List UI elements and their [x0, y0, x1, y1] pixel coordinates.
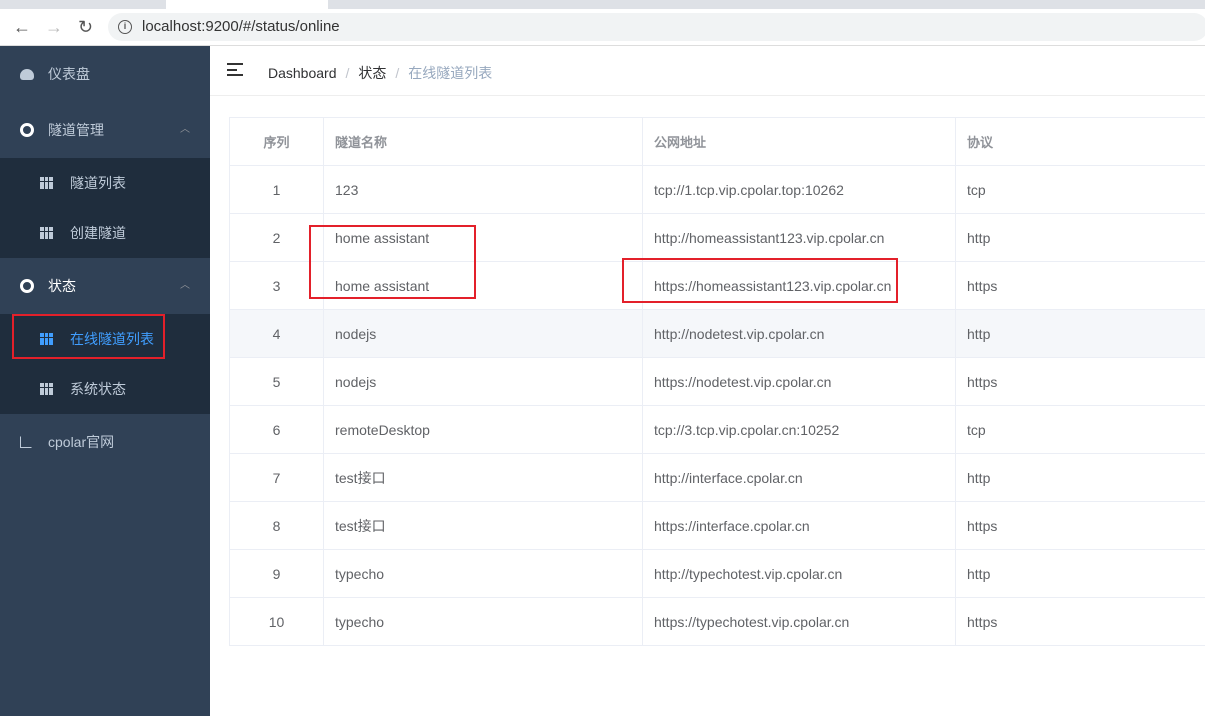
cell-protocol: http	[955, 309, 1205, 358]
cell-name: typecho	[323, 549, 643, 598]
cell-url: tcp://1.tcp.vip.cpolar.top:10262	[642, 165, 956, 214]
cell-protocol: tcp	[955, 165, 1205, 214]
cell-name: test接口	[323, 453, 643, 502]
sidebar-item-cpolar-website[interactable]: cpolar官网	[0, 414, 210, 470]
sidebar-item-tunnel-list[interactable]: 隧道列表	[0, 158, 210, 208]
browser-toolbar: ← → ↻ i localhost:9200/#/status/online	[0, 9, 1205, 46]
breadcrumb-status[interactable]: 状态	[358, 65, 386, 81]
cell-index: 6	[229, 405, 324, 454]
sidebar-item-system-status[interactable]: 系统状态	[0, 364, 210, 414]
table-row[interactable]: 4 nodejs http://nodetest.vip.cpolar.cn http	[229, 309, 1205, 358]
table-row[interactable]: 9 typecho http://typechotest.vip.cpolar.cn…	[229, 549, 1205, 598]
chevron-up-icon: ︿	[180, 124, 190, 135]
cell-index: 5	[229, 357, 324, 406]
cell-url: http://nodetest.vip.cpolar.cn	[642, 309, 956, 358]
sidebar-item-label: 隧道管理	[48, 122, 104, 138]
table-row[interactable]: 8 test接口 https://interface.cpolar.cn https	[229, 501, 1205, 550]
lifebuoy-icon	[20, 123, 34, 137]
cell-index: 4	[229, 309, 324, 358]
external-link-icon	[20, 436, 32, 448]
cell-protocol: https	[955, 357, 1205, 406]
cell-name: nodejs	[323, 309, 643, 358]
column-header-name: 隧道名称	[323, 117, 643, 166]
back-icon[interactable]: ←	[13, 17, 31, 38]
sidebar: 仪表盘 隧道管理 ︿ 隧道列表 创建隧道 状态 ︿ 在线隧道列表 系统状态 cpol…	[0, 46, 210, 716]
cell-protocol: https	[955, 501, 1205, 550]
cell-name: test接口	[323, 501, 643, 550]
table-row[interactable]: 6 remoteDesktop tcp://3.tcp.vip.cpolar.cn:…	[229, 405, 1205, 454]
cell-index: 8	[229, 501, 324, 550]
sidebar-item-create-tunnel[interactable]: 创建隧道	[0, 208, 210, 258]
table-icon	[40, 177, 53, 189]
sidebar-item-label: 隧道列表	[70, 175, 126, 191]
table-row[interactable]: 1 123 tcp://1.tcp.vip.cpolar.top:10262 tcp	[229, 165, 1205, 214]
forward-icon[interactable]: →	[45, 17, 63, 38]
cell-name: nodejs	[323, 357, 643, 406]
chevron-up-icon: ︿	[180, 280, 190, 291]
highlight-box	[622, 258, 898, 303]
cell-url: http://interface.cpolar.cn	[642, 453, 956, 502]
column-header-protocol: 协议	[955, 117, 1205, 166]
dashboard-icon	[20, 69, 34, 80]
cell-protocol: https	[955, 261, 1205, 310]
cell-index: 9	[229, 549, 324, 598]
sidebar-item-status[interactable]: 状态 ︿	[0, 258, 210, 314]
breadcrumb: Dashboard / 状态 / 在线隧道列表	[268, 65, 493, 81]
address-bar[interactable]: i localhost:9200/#/status/online	[108, 13, 1205, 41]
sidebar-item-tunnel-management[interactable]: 隧道管理 ︿	[0, 102, 210, 158]
cell-index: 10	[229, 597, 324, 646]
browser-active-tab[interactable]	[166, 0, 328, 9]
table-row[interactable]: 7 test接口 http://interface.cpolar.cn http	[229, 453, 1205, 502]
lifebuoy-icon	[20, 279, 34, 293]
cell-protocol: http	[955, 453, 1205, 502]
highlight-box	[12, 314, 165, 359]
cell-url: http://homeassistant123.vip.cpolar.cn	[642, 213, 956, 262]
sidebar-item-label: 系统状态	[70, 381, 126, 397]
column-header-index: 序列	[229, 117, 324, 166]
cell-protocol: http	[955, 549, 1205, 598]
column-header-url: 公网地址	[642, 117, 956, 166]
menu-toggle-icon[interactable]	[227, 63, 243, 76]
cell-url: https://interface.cpolar.cn	[642, 501, 956, 550]
cell-protocol: https	[955, 597, 1205, 646]
sidebar-item-dashboard[interactable]: 仪表盘	[0, 46, 210, 102]
browser-tab-strip	[0, 0, 1205, 9]
table-icon	[40, 383, 53, 395]
table-icon	[40, 227, 53, 239]
url-text: localhost:9200/#/status/online	[142, 18, 340, 35]
cell-index: 7	[229, 453, 324, 502]
sidebar-item-label: 创建隧道	[70, 225, 126, 241]
cell-name: remoteDesktop	[323, 405, 643, 454]
cell-name: typecho	[323, 597, 643, 646]
breadcrumb-current: 在线隧道列表	[408, 65, 493, 81]
cell-protocol: tcp	[955, 405, 1205, 454]
cell-index: 1	[229, 165, 324, 214]
highlight-box	[309, 225, 476, 299]
online-tunnels-table: 序列 隧道名称 公网地址 协议 1 123 tcp://1.tcp.vip.cpol…	[229, 117, 1205, 646]
cell-url: tcp://3.tcp.vip.cpolar.cn:10252	[642, 405, 956, 454]
table-row[interactable]: 10 typecho https://typechotest.vip.cpolar.…	[229, 597, 1205, 646]
table-row[interactable]: 5 nodejs https://nodetest.vip.cpolar.cn htt…	[229, 357, 1205, 406]
reload-icon[interactable]: ↻	[78, 17, 93, 38]
cell-url: https://nodetest.vip.cpolar.cn	[642, 357, 956, 406]
cell-url: https://typechotest.vip.cpolar.cn	[642, 597, 956, 646]
top-header: Dashboard / 状态 / 在线隧道列表	[210, 46, 1205, 96]
cell-protocol: http	[955, 213, 1205, 262]
cell-url: http://typechotest.vip.cpolar.cn	[642, 549, 956, 598]
breadcrumb-dashboard[interactable]: Dashboard	[268, 65, 337, 81]
info-icon[interactable]: i	[118, 20, 132, 34]
table-header-row: 序列 隧道名称 公网地址 协议	[229, 117, 1205, 166]
sidebar-item-label: 仪表盘	[48, 66, 90, 82]
sidebar-item-label: cpolar官网	[48, 434, 115, 450]
cell-name: 123	[323, 165, 643, 214]
sidebar-item-label: 状态	[48, 278, 76, 294]
